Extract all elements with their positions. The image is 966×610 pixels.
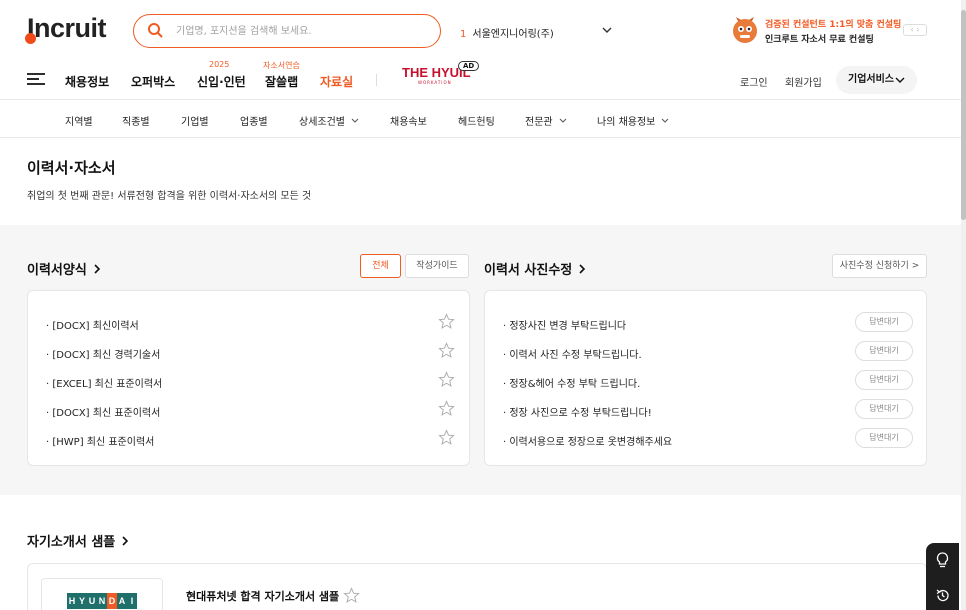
star-icon[interactable] [438,400,455,417]
page-title: 이력서·자소서 [27,159,116,177]
resume-form-list: · [DOCX] 최신이력서 · [DOCX] 최신 경력기술서 · [EXCE… [27,290,470,466]
promo-subline[interactable]: 인크루트 자소서 무료 컨설팅 [765,32,874,45]
status-badge: 답변대기 [855,370,913,390]
sub-nav: 지역별 직종별 기업별 업종별 상세조건별 채용속보 헤드헌팅 전문관 나의 채… [0,100,966,138]
star-icon[interactable] [438,371,455,388]
subnav-company[interactable]: 기업별 [181,113,209,128]
nav-item-newcomer-intern[interactable]: 신입·인턴 [197,73,246,90]
subnav-detailed-condition[interactable]: 상세조건별 [299,113,359,128]
list-item[interactable]: · 정장 사진으로 수정 부탁드립니다! 답변대기 [485,399,926,422]
chevron-right-icon [122,536,129,546]
lightbulb-icon[interactable] [935,552,950,568]
subnav-my-jobs[interactable]: 나의 채용정보 [597,113,669,128]
star-icon[interactable] [438,313,455,330]
chevron-right-icon [94,264,100,274]
list-item[interactable]: · 이력서용으로 정장으로 옷변경해주세요 답변대기 [485,428,926,451]
nav-divider [376,74,377,86]
floating-toolbar [926,543,959,610]
chevron-down-icon[interactable] [601,25,613,35]
scrollbar-thumb[interactable] [961,10,966,220]
filter-all-button[interactable]: 전체 [360,254,401,278]
subnav-occupation[interactable]: 직종별 [122,113,150,128]
chevron-right-icon [579,264,586,274]
chevron-down-icon [351,118,359,123]
nav-item-jalsseullab[interactable]: 잘쓸랩 [265,73,298,90]
menu-icon[interactable] [27,72,45,86]
status-badge: 답변대기 [855,312,913,332]
status-badge: 답변대기 [855,399,913,419]
nav-item-jobs[interactable]: 채용정보 [65,73,109,90]
status-badge: 답변대기 [855,428,913,448]
nav-sup-2025: 2025 [209,60,230,69]
list-item[interactable]: · [HWP] 최신 표준이력서 [28,429,469,451]
nav-item-offerbox[interactable]: 오퍼박스 [131,73,175,90]
ad-badge: AD [458,61,480,71]
list-item[interactable]: · 정장사진 변경 부탁드립니다 답변대기 [485,312,926,335]
list-item[interactable]: · [DOCX] 최신 표준이력서 [28,400,469,422]
nav-sup-practice: 자소서연습 [263,61,300,70]
subnav-industry[interactable]: 업종별 [240,113,268,128]
photo-edit-list: · 정장사진 변경 부탁드립니다 답변대기 · 이력서 사진 수정 부탁드립니다.… [484,290,927,466]
subnav-special[interactable]: 전문관 [525,113,567,128]
subnav-headhunting[interactable]: 헤드헌팅 [458,113,495,128]
chevron-down-icon [895,77,905,83]
resume-form-title[interactable]: 이력서양식 [27,259,101,278]
photo-edit-apply-button[interactable]: 사진수정 신청하기 > [832,254,927,278]
search-icon[interactable] [147,22,163,38]
list-item[interactable]: · [DOCX] 최신 경력기술서 [28,342,469,364]
chevron-down-icon [662,118,669,123]
promo-arrows[interactable]: ‹ › [903,24,927,36]
list-item[interactable]: · [EXCEL] 최신 표준이력서 [28,371,469,393]
list-item[interactable]: · 이력서 사진 수정 부탁드립니다. 답변대기 [485,341,926,364]
nav-item-resources[interactable]: 자료실 [320,73,353,90]
status-badge: 답변대기 [855,341,913,361]
incruit-logo[interactable]: Incruit [25,13,107,44]
page-description: 취업의 첫 번째 관문! 서류전형 합격을 위한 이력서·자소서의 모든 것 [27,191,312,202]
main-nav: 채용정보 오퍼박스 2025 신입·인턴 자소서연습 잘쓸랩 자료실 THE H… [0,60,966,100]
star-icon[interactable] [343,587,360,604]
subnav-breaking[interactable]: 채용속보 [390,113,427,128]
business-service-button[interactable]: 기업서비스 [836,66,917,94]
list-item[interactable]: · 정장&헤어 수정 부탁 드립니다. 답변대기 [485,370,926,393]
consultant-mascot-icon[interactable] [730,15,760,45]
star-icon[interactable] [438,429,455,446]
hyundai-logo[interactable]: H Y U N D A I [41,578,163,610]
star-icon[interactable] [438,342,455,359]
search-box[interactable] [133,14,441,48]
intro-sample-name[interactable]: 현대퓨처넷 합격 자기소개서 샘플 [186,588,339,604]
search-input[interactable] [176,22,426,40]
login-link[interactable]: 로그인 [740,74,768,89]
subnav-region[interactable]: 지역별 [65,113,93,128]
company-ranking[interactable]: 1 서울엔지니어링(주) [460,25,554,40]
photo-edit-title[interactable]: 이력서 사진수정 [484,259,586,278]
list-item[interactable]: · [DOCX] 최신이력서 [28,313,469,335]
signup-link[interactable]: 회원가입 [785,74,822,89]
page-scrollbar[interactable] [961,0,966,610]
chevron-down-icon [559,118,566,123]
history-icon[interactable] [935,588,950,603]
promo-headline[interactable]: 검증된 컨설턴트 1:1의 맞춤 컨설팅 [765,17,901,30]
header: Incruit 1서울엔지니어링(주) 검증된 컨설턴트 1:1의 맞춤 컨설팅… [0,0,966,60]
intro-sample-title[interactable]: 자기소개서 샘플 [27,531,129,550]
writing-guide-button[interactable]: 작성가이드 [405,254,469,278]
